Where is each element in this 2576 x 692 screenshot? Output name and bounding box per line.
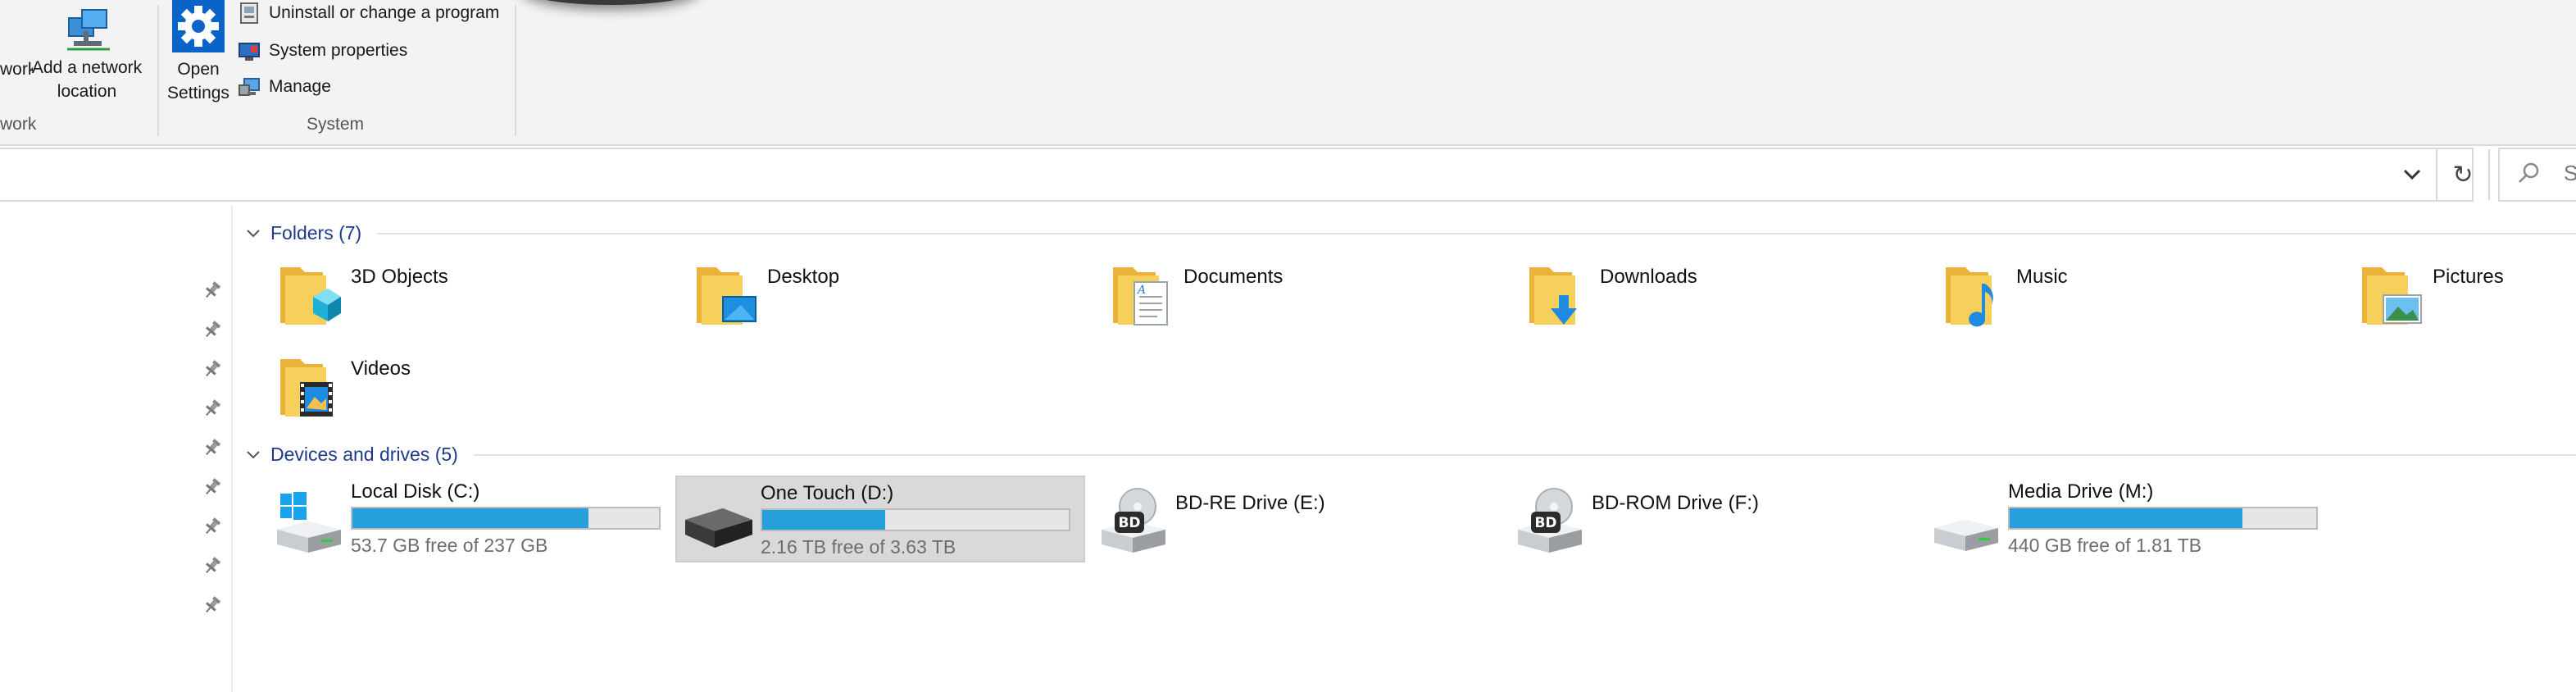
pictures-folder-icon xyxy=(2362,267,2422,325)
pin-icon[interactable] xyxy=(203,477,221,497)
svg-text:BD: BD xyxy=(1534,515,1556,531)
drive-usage-fill xyxy=(2010,508,2243,528)
windows-drive-icon xyxy=(277,492,341,553)
manage-label: Manage xyxy=(269,77,331,96)
drive-item[interactable]: BD BD-RE Drive (E:) xyxy=(1092,476,1502,562)
folder-item[interactable]: Desktop xyxy=(693,259,906,338)
uninstall-program-icon xyxy=(240,2,258,24)
drive-free-space: 53.7 GB free of 237 GB xyxy=(351,535,548,556)
system-properties-icon xyxy=(239,43,260,61)
pin-icon[interactable] xyxy=(203,359,221,379)
chevron-down-icon xyxy=(247,230,260,238)
add-network-location-label-1: Add a network xyxy=(31,58,143,77)
overlapping-window-shadow xyxy=(525,0,697,5)
drive-usage-fill xyxy=(762,510,885,530)
drive-usage-bar xyxy=(351,507,661,530)
drive-usage-bar xyxy=(2008,507,2318,530)
ribbon: work Add a network location work Open Se… xyxy=(0,0,2576,146)
music-folder-icon xyxy=(1946,267,1993,327)
ribbon-group-divider xyxy=(157,5,159,136)
manage-button[interactable]: Manage xyxy=(238,71,331,103)
folder-item[interactable]: A Documents xyxy=(1110,259,1323,338)
refresh-button[interactable]: ↻ xyxy=(2436,149,2490,200)
network-group-label: work xyxy=(0,115,37,134)
folders-section-header[interactable]: Folders (7) xyxy=(244,218,361,248)
svg-text:A: A xyxy=(1136,284,1146,297)
folder-item[interactable]: Videos xyxy=(277,351,490,430)
add-network-location-button[interactable]: Add a network location xyxy=(30,2,144,107)
manage-computer-icon xyxy=(239,78,260,96)
chevron-down-icon xyxy=(247,451,260,459)
network-location-icon xyxy=(67,9,110,51)
open-settings-label-2: Settings xyxy=(167,84,229,102)
address-history-chevron-down-icon[interactable] xyxy=(2398,161,2426,189)
folder-name: Downloads xyxy=(1600,266,1697,288)
pin-icon[interactable] xyxy=(203,517,221,536)
drive-free-space: 2.16 TB free of 3.63 TB xyxy=(761,536,956,558)
external-hdd-icon xyxy=(685,508,752,548)
search-placeholder: S xyxy=(2564,161,2576,185)
drive-usage-fill xyxy=(352,508,588,528)
system-properties-button[interactable]: System properties xyxy=(238,34,407,67)
folder-name: Videos xyxy=(351,357,411,380)
section-divider xyxy=(474,454,2576,456)
folder-item[interactable]: Downloads xyxy=(1526,259,1739,338)
bd-drive-icon: BD xyxy=(1518,488,1582,553)
documents-folder-icon: A xyxy=(1113,267,1168,326)
pin-icon[interactable] xyxy=(203,438,221,458)
folder-item[interactable]: Pictures xyxy=(2359,259,2572,338)
settings-gear-icon xyxy=(172,0,225,52)
cut-ribbon-item-label[interactable]: work xyxy=(0,57,33,81)
drive-name: BD-RE Drive (E:) xyxy=(1175,492,1325,514)
3d-objects-folder-icon xyxy=(280,267,341,325)
section-divider xyxy=(377,233,2576,234)
add-network-location-label-2: location xyxy=(57,82,117,101)
drive-name: BD-ROM Drive (F:) xyxy=(1592,492,1759,514)
pin-icon[interactable] xyxy=(203,595,221,615)
drive-item[interactable]: BD BD-ROM Drive (F:) xyxy=(1508,476,1918,562)
folder-name: Documents xyxy=(1184,266,1283,288)
system-group-label: System xyxy=(307,115,365,134)
desktop-folder-icon xyxy=(697,267,756,325)
uninstall-program-label: Uninstall or change a program xyxy=(269,3,500,22)
drive-item[interactable]: Media Drive (M:) 440 GB free of 1.81 TB xyxy=(1924,476,2334,562)
drives-section-header[interactable]: Devices and drives (5) xyxy=(244,439,458,469)
refresh-icon: ↻ xyxy=(2452,161,2474,189)
bd-drive-icon: BD xyxy=(1102,488,1165,553)
open-settings-label-1: Open xyxy=(177,60,220,79)
drive-name: Media Drive (M:) xyxy=(2008,480,2154,503)
pin-icon[interactable] xyxy=(203,280,221,300)
folder-name: Pictures xyxy=(2433,266,2504,288)
pin-icon[interactable] xyxy=(203,320,221,339)
drives-section-title: Devices and drives (5) xyxy=(270,443,458,465)
navigation-pane-divider xyxy=(231,205,233,692)
hdd-icon xyxy=(1934,520,1998,551)
address-bar[interactable] xyxy=(0,148,2474,202)
videos-folder-icon xyxy=(280,359,333,417)
downloads-folder-icon xyxy=(1529,267,1577,325)
folder-item[interactable]: Music xyxy=(1942,259,2156,338)
system-properties-label: System properties xyxy=(269,41,408,60)
pin-icon[interactable] xyxy=(203,398,221,418)
folders-section-title: Folders (7) xyxy=(270,221,362,244)
folder-name: Desktop xyxy=(767,266,840,288)
pin-icon[interactable] xyxy=(203,556,221,576)
drive-usage-bar xyxy=(761,508,1070,531)
search-icon xyxy=(2519,162,2539,183)
ribbon-group-divider xyxy=(515,5,516,136)
open-settings-button[interactable]: Open Settings xyxy=(167,0,229,107)
drive-name: Local Disk (C:) xyxy=(351,480,480,503)
uninstall-program-button[interactable]: Uninstall or change a program xyxy=(238,0,499,30)
drive-item[interactable]: Local Disk (C:) 53.7 GB free of 237 GB xyxy=(267,476,677,562)
svg-text:BD: BD xyxy=(1118,515,1140,531)
drive-item[interactable]: One Touch (D:) 2.16 TB free of 3.63 TB xyxy=(675,476,1085,562)
folder-name: Music xyxy=(2016,266,2068,288)
drive-name: One Touch (D:) xyxy=(761,482,894,504)
folder-name: 3D Objects xyxy=(351,266,448,288)
folder-item[interactable]: 3D Objects xyxy=(277,259,490,338)
drive-free-space: 440 GB free of 1.81 TB xyxy=(2008,535,2202,556)
